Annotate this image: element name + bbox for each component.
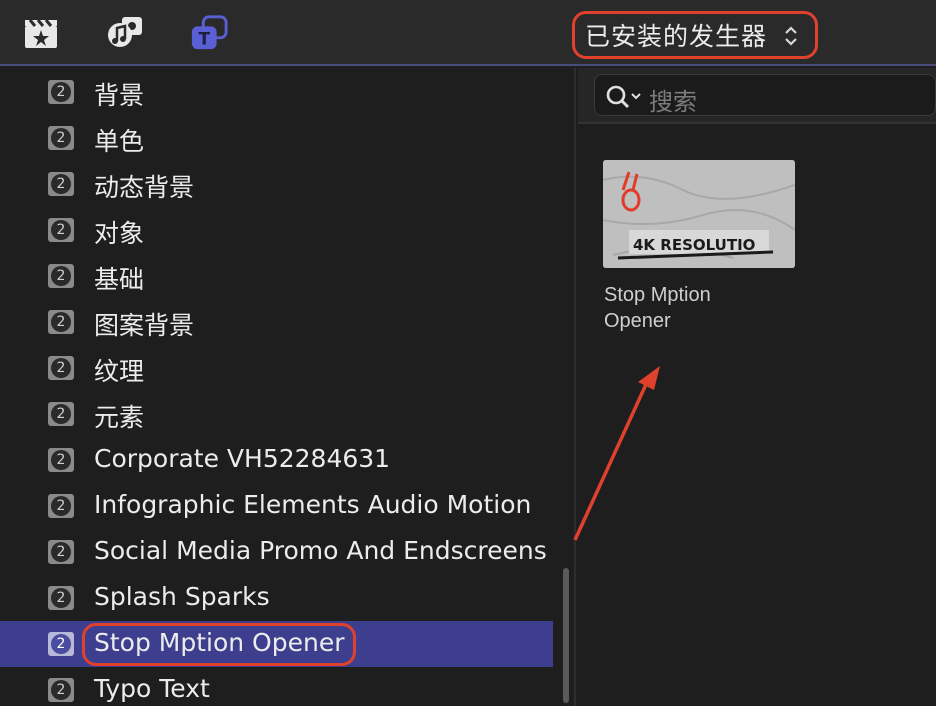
- count-badge: 2: [48, 678, 74, 702]
- list-item[interactable]: 2 纹理: [0, 345, 553, 391]
- list-item-label: 背景: [94, 81, 145, 110]
- list-item-label: 单色: [94, 127, 145, 156]
- count-badge: 2: [48, 586, 74, 610]
- thumbnail-text: 4K RESOLUTIO: [633, 236, 755, 254]
- count-badge: 2: [48, 310, 74, 334]
- list-item[interactable]: 2 Social Media Promo And Endscreens: [0, 529, 553, 575]
- list-item-label: Typo Text: [94, 674, 210, 703]
- list-item[interactable]: 2 背景: [0, 69, 553, 115]
- generator-browser: 搜索 4K RESOLUTIO Stop Mption Opener: [578, 68, 936, 706]
- list-item[interactable]: 2 Corporate VH52284631: [0, 437, 553, 483]
- thumbnail-title: Stop Mption Opener: [604, 284, 711, 332]
- search-placeholder: 搜索: [649, 88, 697, 116]
- search-input[interactable]: 搜索: [594, 74, 936, 116]
- list-item[interactable]: 2 Typo Text: [0, 667, 553, 706]
- search-icon[interactable]: [605, 84, 643, 110]
- count-badge: 2: [48, 264, 74, 288]
- list-item-label: 对象: [94, 219, 145, 248]
- clapper-star-icon[interactable]: [22, 14, 60, 52]
- list-item-label: 纹理: [94, 357, 145, 386]
- toolbar: T 已安装的发生器: [0, 0, 936, 66]
- list-item[interactable]: 2 对象: [0, 207, 553, 253]
- search-bar: 搜索: [578, 68, 936, 124]
- list-item-label: 动态背景: [94, 173, 195, 202]
- generator-category-list: 2 背景 2 单色 2 动态背景 2 对象 2 基础 2 图案背景 2 纹理 2…: [0, 68, 576, 706]
- list-item[interactable]: 2 Infographic Elements Audio Motion: [0, 483, 553, 529]
- music-photo-icon[interactable]: [106, 14, 144, 52]
- titles-icon[interactable]: T: [190, 14, 228, 52]
- list-item-label: 图案背景: [94, 311, 195, 340]
- generator-thumbnail[interactable]: 4K RESOLUTIO: [603, 160, 795, 268]
- count-badge: 2: [48, 494, 74, 518]
- list-item-label: 元素: [94, 403, 145, 432]
- list-item[interactable]: 2 Splash Sparks: [0, 575, 553, 621]
- list-item-label: Infographic Elements Audio Motion: [94, 490, 532, 519]
- count-badge: 2: [48, 356, 74, 380]
- count-badge: 2: [48, 540, 74, 564]
- list-item-label: 基础: [94, 265, 145, 294]
- list-item[interactable]: 2 元素: [0, 391, 553, 437]
- list-item-label: Splash Sparks: [94, 582, 270, 611]
- count-badge: 2: [48, 632, 74, 656]
- list-item[interactable]: 2 单色: [0, 115, 553, 161]
- list-item-label: Corporate VH52284631: [94, 444, 391, 473]
- count-badge: 2: [48, 80, 74, 104]
- list-item[interactable]: 2 基础: [0, 253, 553, 299]
- chevron-updown-icon: [785, 26, 797, 46]
- count-badge: 2: [48, 126, 74, 150]
- sidebar-scrollbar[interactable]: [563, 568, 569, 703]
- svg-text:T: T: [198, 29, 210, 49]
- generators-dropdown[interactable]: 已安装的发生器: [572, 11, 818, 59]
- count-badge: 2: [48, 402, 74, 426]
- list-item[interactable]: 2 动态背景: [0, 161, 553, 207]
- dropdown-label: 已安装的发生器: [585, 22, 768, 51]
- count-badge: 2: [48, 448, 74, 472]
- highlight-outline: [82, 623, 356, 666]
- count-badge: 2: [48, 172, 74, 196]
- list-item-label: Social Media Promo And Endscreens: [94, 536, 547, 565]
- list-item[interactable]: 2 图案背景: [0, 299, 553, 345]
- count-badge: 2: [48, 218, 74, 242]
- list-item-selected[interactable]: 2 Stop Mption Opener: [0, 621, 553, 667]
